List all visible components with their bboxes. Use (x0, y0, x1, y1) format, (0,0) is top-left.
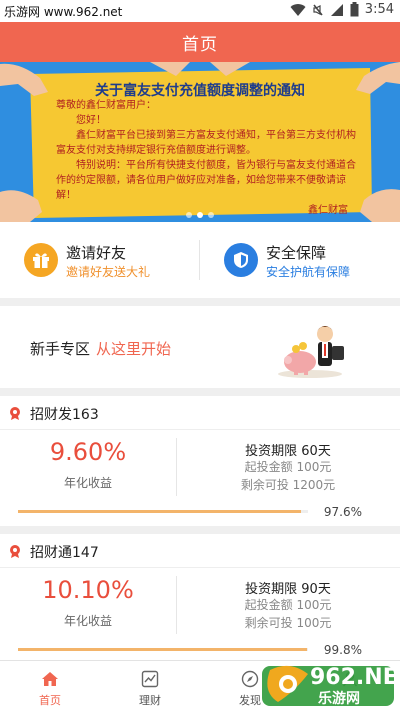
piggy-bank-illustration (278, 326, 344, 378)
novice-zone[interactable]: 新手专区 从这里开始 (0, 306, 400, 388)
status-time: 3:54 (364, 2, 394, 17)
product-min-invest: 起投金额 100元 (244, 598, 332, 612)
banner-line: 鑫仁财富平台已接到第三方富友支付通知，平台第三方支付机构富友支付对支持绑定银行充… (56, 130, 356, 156)
site-watermark-logo: 962.NET 乐游网 (256, 662, 400, 708)
banner-title: 关于富友支付充值额度调整的通知 (95, 83, 305, 99)
battery-icon (350, 2, 359, 17)
product-rate: 10.10% (42, 576, 134, 604)
product-progress-text: 97.6% (323, 505, 362, 519)
shield-icon (224, 243, 258, 277)
signal-icon (330, 3, 343, 16)
banner-line: 特别说明：平台所有快捷支付额度，皆为银行与富友支付通道合作的约定限额，请各位用户… (56, 160, 356, 201)
status-icons: 3:54 (290, 2, 394, 17)
nav-home[interactable]: 首页 (0, 661, 100, 712)
nav-label: 首页 (39, 694, 61, 707)
status-bar: 乐游网 www.962.net 3:54 (0, 0, 400, 22)
mute-icon (313, 4, 323, 15)
product-progress-fill (18, 648, 308, 651)
product-period: 投资期限 90天 (245, 582, 331, 597)
product-min-invest: 起投金额 100元 (244, 460, 332, 474)
carousel-dot[interactable] (208, 212, 214, 218)
invite-title: 邀请好友 (66, 244, 127, 262)
product-rate-label: 年化收益 (63, 476, 112, 490)
nav-invest[interactable]: 理财 (100, 661, 200, 712)
product-period: 投资期限 60天 (245, 444, 331, 459)
product-remaining: 剩余可投 1200元 (240, 478, 336, 492)
product-badge-icon (10, 407, 20, 420)
invite-friends-entry[interactable]: 邀请好友 邀请好友送大礼 (0, 222, 200, 298)
wifi-icon (290, 3, 306, 16)
carousel-dot[interactable] (186, 212, 192, 218)
product-progress-bar (18, 510, 308, 513)
product-progress-text: 99.8% (323, 643, 362, 657)
watermark-net: 962.NET (310, 665, 400, 690)
app-header: 首页 (0, 22, 400, 62)
status-watermark: 乐游网 www.962.net (4, 5, 123, 19)
product-name: 招财发163 (30, 407, 99, 423)
product-progress-bar (18, 648, 308, 651)
chart-icon (141, 670, 159, 688)
notice-banner[interactable]: 关于富友支付充值额度调整的通知 尊敬的鑫仁财富用户： 您好！ 鑫仁财富平台已接到… (0, 62, 400, 222)
product-name: 招财通147 (30, 545, 99, 561)
novice-link[interactable]: 从这里开始 (96, 338, 171, 359)
product-card[interactable]: 招财发163 9.60% 年化收益 投资期限 60天 起投金额 100元 剩余可… (0, 396, 400, 526)
home-icon (42, 672, 58, 686)
banner-line: 您好！ (56, 115, 106, 126)
quick-entries: 邀请好友 邀请好友送大礼 安全保障 安全护航有保障 (0, 222, 400, 298)
security-subtitle: 安全护航有保障 (266, 265, 351, 279)
invite-subtitle: 邀请好友送大礼 (66, 265, 151, 279)
product-badge-icon (10, 545, 20, 558)
carousel-dot-active[interactable] (197, 212, 203, 218)
novice-label: 新手专区 (30, 340, 91, 358)
product-card-header: 招财通147 (0, 534, 400, 568)
gift-icon (24, 243, 58, 277)
security-title: 安全保障 (266, 244, 327, 262)
product-card-header: 招财发163 (0, 396, 400, 430)
security-entry[interactable]: 安全保障 安全护航有保障 (200, 222, 400, 298)
banner-body: 尊敬的鑫仁财富用户： 您好！ 鑫仁财富平台已接到第三方富友支付通知，平台第三方支… (56, 98, 356, 218)
product-remaining: 剩余可投 100元 (244, 616, 332, 630)
page-title: 首页 (182, 34, 218, 55)
watermark-cn: 乐游网 (318, 691, 360, 707)
banner-line: 尊敬的鑫仁财富用户： (56, 100, 156, 111)
product-rate: 9.60% (49, 438, 127, 466)
product-rate-label: 年化收益 (63, 614, 112, 628)
product-card[interactable]: 招财通147 10.10% 年化收益 投资期限 90天 起投金额 100元 剩余… (0, 534, 400, 660)
carousel-indicator (186, 212, 214, 218)
product-progress-fill (18, 510, 302, 513)
nav-label: 理财 (139, 694, 161, 707)
